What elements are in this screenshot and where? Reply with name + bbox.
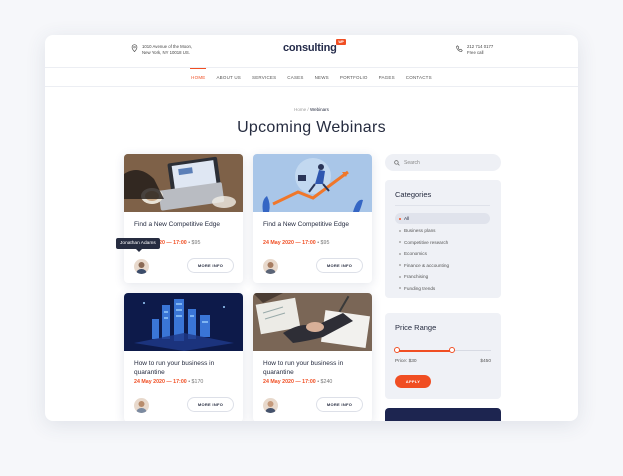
top-bar: 1010 Avenue of the Moon, New York, NY 10…	[45, 35, 578, 67]
price-range-panel: Price Range Price: $30 $450 APPLY	[385, 313, 501, 399]
card-separator: •	[188, 240, 191, 246]
range-handle-min[interactable]	[394, 347, 400, 353]
breadcrumb-home[interactable]: Home	[294, 107, 306, 112]
more-info-button[interactable]: MORE INFO	[316, 397, 363, 412]
avatar[interactable]	[134, 259, 149, 274]
logo-text: consulting	[283, 42, 337, 54]
price-label: Price: $30	[395, 359, 417, 364]
nav-news[interactable]: NEWS	[314, 75, 330, 80]
breadcrumb-current: Webinars	[309, 107, 329, 112]
nav-contacts[interactable]: CONTACTS	[405, 75, 433, 80]
card-price: $170	[191, 379, 204, 385]
card-title[interactable]: Find a New Competitive Edge	[134, 221, 234, 230]
divider	[395, 205, 490, 206]
category-label: Business plans	[404, 228, 436, 233]
logo-badge: WP	[336, 39, 346, 45]
card-image-growth	[253, 154, 372, 212]
card-date: 24 May 2020 — 17:00	[263, 379, 316, 385]
category-franchising[interactable]: Franchising	[395, 271, 490, 282]
search-input[interactable]: Search	[385, 154, 501, 171]
location-pin-icon	[131, 44, 138, 53]
category-business-plans[interactable]: Business plans	[395, 225, 490, 236]
card-price: $240	[320, 379, 333, 385]
categories-title: Categories	[395, 190, 432, 199]
bullet	[399, 275, 401, 278]
category-funding-trends[interactable]: Funding trends	[395, 283, 490, 294]
category-label: Economics	[404, 251, 427, 256]
page-title: Upcoming Webinars	[237, 119, 386, 136]
category-economics[interactable]: Economics	[395, 248, 490, 259]
search-placeholder: Search	[404, 159, 420, 166]
category-all[interactable]: All	[395, 213, 490, 224]
search-icon	[394, 159, 400, 166]
card-meta: 24 May 2020 — 17:00 • $240	[263, 379, 332, 385]
nav-home[interactable]: HOME	[190, 67, 207, 80]
breadcrumb-separator: /	[307, 107, 309, 112]
nav-pages[interactable]: PAGES	[378, 75, 396, 80]
more-info-button[interactable]: MORE INFO	[187, 258, 234, 273]
card-price: $95	[191, 240, 201, 246]
main-nav: HOME ABOUT US SERVICES CASES NEWS PORTFO…	[45, 67, 578, 87]
category-label: Competitive research	[404, 239, 449, 245]
card-date: 24 May 2020 — 17:00	[263, 240, 316, 246]
card-separator: •	[317, 379, 320, 385]
category-label: All	[404, 216, 410, 221]
bullet	[399, 264, 401, 266]
nav-cases[interactable]: CASES	[286, 75, 304, 80]
range-handle-max[interactable]	[448, 347, 455, 353]
apply-button[interactable]: APPLY	[395, 375, 431, 388]
category-competitive-research[interactable]: Competitive research	[395, 237, 490, 248]
more-info-button[interactable]: MORE INFO	[316, 258, 363, 273]
browser-frame: 1010 Avenue of the Moon, New York, NY 10…	[45, 35, 578, 421]
phone-block[interactable]: 212 714 0177 Free call	[456, 44, 493, 56]
card-image-laptop	[124, 154, 243, 212]
webinar-card[interactable]: How to run your business in quarantine 2…	[253, 293, 372, 421]
card-price: $95	[320, 240, 330, 246]
card-separator: •	[317, 240, 320, 246]
bullet	[399, 217, 401, 220]
avatar[interactable]	[263, 259, 278, 274]
nav-about-us[interactable]: ABOUT US	[215, 75, 242, 80]
card-separator: •	[188, 379, 191, 385]
avatar-tooltip: Jonathan Adams	[116, 238, 160, 252]
categories-panel: Categories All Business plans Competitiv…	[385, 180, 501, 298]
webinar-card[interactable]: Find a New Competitive Edge 24 May 2020 …	[253, 154, 372, 283]
card-meta: 24 May 2020 — 17:00 • $95	[263, 240, 329, 246]
card-title[interactable]: How to run your business in quarantine	[134, 360, 234, 377]
logo[interactable]: consulting WP	[283, 39, 346, 54]
category-label: Finance & accounting	[404, 262, 450, 268]
phone-sub: Free call	[467, 50, 484, 55]
address-line-2: New York, NY 10018 US.	[142, 50, 190, 55]
nav-portfolio[interactable]: PORTFOLIO	[339, 75, 369, 80]
promo-banner	[385, 408, 501, 421]
range-fill	[397, 350, 452, 352]
price-max: $450	[480, 359, 491, 364]
card-image-handshake	[253, 293, 372, 351]
category-label: Franchising	[404, 274, 429, 279]
webinar-card[interactable]: Find a New Competitive Edge 24 May 2020 …	[124, 154, 243, 283]
price-range-title: Price Range	[395, 323, 437, 332]
more-info-button[interactable]: MORE INFO	[187, 397, 234, 412]
bullet	[399, 252, 401, 255]
card-title[interactable]: Find a New Competitive Edge	[263, 221, 363, 230]
address-block: 1010 Avenue of the Moon, New York, NY 10…	[131, 44, 192, 56]
avatar[interactable]	[134, 398, 149, 413]
bullet	[399, 241, 401, 243]
webinar-card[interactable]: How to run your business in quarantine 2…	[124, 293, 243, 421]
avatar[interactable]	[263, 398, 278, 413]
phone-icon	[456, 45, 463, 52]
nav-services[interactable]: SERVICES	[251, 75, 277, 80]
category-label: Funding trends	[404, 285, 436, 291]
bullet	[399, 287, 401, 289]
card-image-city	[124, 293, 243, 351]
bullet	[399, 229, 401, 232]
card-date: 24 May 2020 — 17:00	[134, 379, 187, 385]
category-finance-accounting[interactable]: Finance & accounting	[395, 260, 490, 271]
card-title[interactable]: How to run your business in quarantine	[263, 360, 363, 377]
card-meta: 24 May 2020 — 17:00 • $170	[134, 379, 203, 385]
breadcrumb: Home / Webinars	[45, 107, 578, 112]
